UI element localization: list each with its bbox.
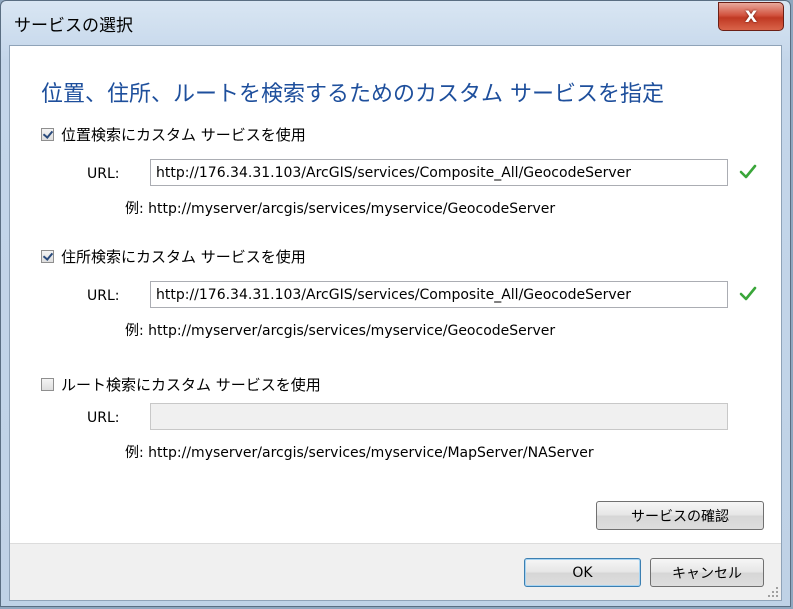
dialog-footer: OK キャンセル: [10, 543, 781, 600]
location-search-section: 位置検索にカスタム サービスを使用 URL: 例: http://myserve…: [41, 124, 781, 224]
address-search-section: 住所検索にカスタム サービスを使用 URL: 例: http://myserve…: [41, 246, 781, 346]
location-search-checkbox-row[interactable]: 位置検索にカスタム サービスを使用: [41, 124, 306, 145]
address-url-input[interactable]: [150, 281, 728, 308]
location-search-checkbox[interactable]: [41, 128, 54, 141]
verify-services-button[interactable]: サービスの確認: [596, 501, 764, 530]
route-url-input[interactable]: [150, 403, 728, 430]
check-icon: [739, 164, 757, 179]
route-search-checkbox-row[interactable]: ルート検索にカスタム サービスを使用: [41, 374, 321, 395]
dialog-client-area: 位置、住所、ルートを検索するためのカスタム サービスを指定 位置検索にカスタム …: [9, 45, 782, 601]
route-url-label: URL:: [87, 410, 120, 426]
cancel-button[interactable]: キャンセル: [650, 558, 764, 587]
address-url-label: URL:: [87, 288, 120, 304]
address-search-checkbox[interactable]: [41, 250, 54, 263]
check-icon: [739, 286, 757, 301]
route-url-example: 例: http://myserver/arcgis/services/myser…: [125, 445, 594, 461]
location-url-input[interactable]: [150, 159, 728, 186]
address-search-checkbox-label: 住所検索にカスタム サービスを使用: [61, 248, 306, 266]
close-button[interactable]: X: [718, 2, 784, 31]
route-search-checkbox-label: ルート検索にカスタム サービスを使用: [61, 376, 321, 394]
location-url-label: URL:: [87, 166, 120, 182]
title-bar[interactable]: サービスの選択 X: [1, 1, 790, 45]
route-search-section: ルート検索にカスタム サービスを使用 URL: 例: http://myserv…: [41, 374, 781, 474]
close-icon: X: [744, 7, 758, 26]
location-search-checkbox-label: 位置検索にカスタム サービスを使用: [61, 126, 306, 144]
location-url-example: 例: http://myserver/arcgis/services/myser…: [125, 201, 556, 217]
route-search-checkbox[interactable]: [41, 378, 54, 391]
window-title: サービスの選択: [14, 16, 133, 36]
address-search-checkbox-row[interactable]: 住所検索にカスタム サービスを使用: [41, 246, 306, 267]
ok-button[interactable]: OK: [524, 558, 641, 587]
address-url-example: 例: http://myserver/arcgis/services/myser…: [125, 323, 556, 339]
dialog-window: サービスの選択 X 位置、住所、ルートを検索するためのカスタム サービスを指定 …: [0, 0, 791, 607]
resize-grip-icon[interactable]: [767, 586, 779, 598]
dialog-heading: 位置、住所、ルートを検索するためのカスタム サービスを指定: [41, 82, 664, 107]
